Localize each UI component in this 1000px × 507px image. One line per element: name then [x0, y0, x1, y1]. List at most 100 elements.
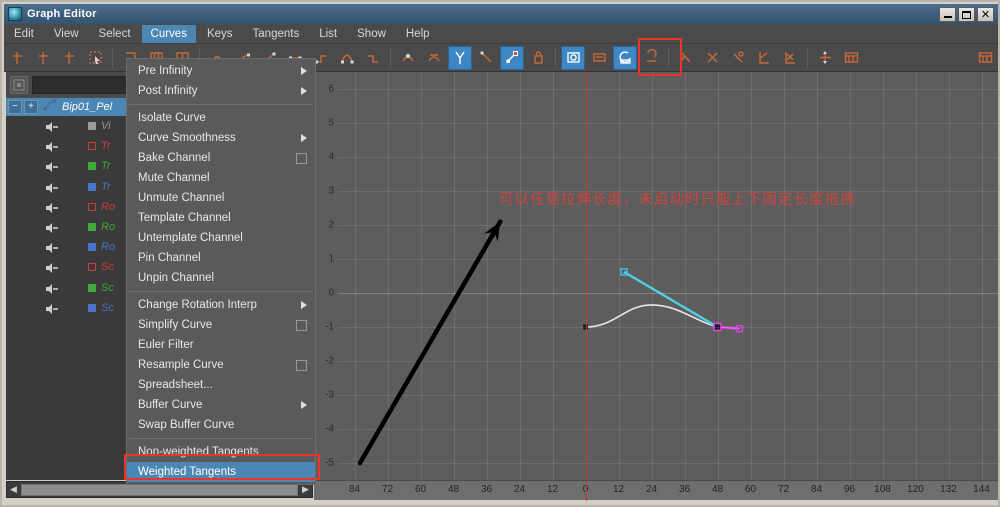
menu-help[interactable]: Help [397, 25, 439, 43]
pre-infinity-cycle-icon[interactable] [674, 46, 698, 70]
menu-item-swap-buffer-curve[interactable]: Swap Buffer Curve [127, 415, 315, 435]
menu-item-label: Spreadsheet... [138, 379, 309, 391]
menu-item-pre-infinity[interactable]: Pre Infinity [127, 61, 315, 81]
infinity-cycle-offset-icon[interactable] [726, 46, 750, 70]
option-box-icon[interactable] [296, 320, 307, 331]
scroll-thumb[interactable] [21, 484, 298, 496]
grid-line-horizontal [338, 123, 998, 124]
grid-line-vertical [520, 72, 521, 480]
menu-item-resample-curve[interactable]: Resample Curve [127, 355, 315, 375]
channel-color-swatch [88, 122, 96, 130]
grid-line-vertical [421, 72, 422, 480]
submenu-arrow-icon [301, 87, 307, 95]
grid-line-vertical [883, 72, 884, 480]
swap-buffer-curve-icon[interactable] [613, 46, 637, 70]
mute-speaker-icon[interactable] [44, 181, 60, 193]
x-tick-label: 12 [613, 484, 624, 495]
grid-line-horizontal [338, 361, 998, 362]
x-tick-label: 108 [874, 484, 891, 495]
curve-layer [314, 72, 998, 480]
window-controls: ✕ [939, 7, 994, 22]
move-nearest-picked-key-icon[interactable] [5, 46, 29, 70]
normalize-curves-icon[interactable] [839, 46, 863, 70]
mute-speaker-icon[interactable] [44, 282, 60, 294]
channel-label: Ro [101, 241, 115, 253]
menu-list[interactable]: List [310, 25, 346, 43]
scroll-left-arrow[interactable]: ◀ [7, 483, 20, 496]
menu-edit[interactable]: Edit [5, 25, 43, 43]
menu-item-pin-channel[interactable]: Pin Channel [127, 248, 315, 268]
mute-speaker-icon[interactable] [44, 221, 60, 233]
post-infinity-cycle-icon[interactable] [700, 46, 724, 70]
unify-tangents-icon[interactable] [422, 46, 446, 70]
menu-item-template-channel[interactable]: Template Channel [127, 208, 315, 228]
menu-item-post-infinity[interactable]: Post Infinity [127, 81, 315, 101]
maximize-button[interactable] [958, 7, 975, 22]
menu-item-unmute-channel[interactable]: Unmute Channel [127, 188, 315, 208]
menu-view[interactable]: View [45, 25, 88, 43]
plateau-tangent-icon[interactable] [335, 46, 359, 70]
x-tick-label: 48 [712, 484, 723, 495]
submenu-arrow-icon [301, 301, 307, 309]
region-tool-icon[interactable] [83, 46, 107, 70]
snap-icon[interactable] [639, 46, 663, 70]
open-graph-left-icon[interactable] [752, 46, 776, 70]
menu-item-isolate-curve[interactable]: Isolate Curve [127, 108, 315, 128]
menu-item-curve-smoothness[interactable]: Curve Smoothness [127, 128, 315, 148]
insert-keys-icon[interactable] [31, 46, 55, 70]
mute-speaker-icon[interactable] [44, 201, 60, 213]
menu-item-spreadsheet[interactable]: Spreadsheet... [127, 375, 315, 395]
add-keys-icon[interactable] [57, 46, 81, 70]
open-graph-right-icon[interactable] [778, 46, 802, 70]
mute-speaker-icon[interactable] [44, 302, 60, 314]
weighted-tangents-icon[interactable] [500, 46, 524, 70]
x-tick-label: 60 [745, 484, 756, 495]
menu-item-non-weighted-tangents[interactable]: Non-weighted Tangents [127, 442, 315, 462]
break-tangents-icon[interactable] [396, 46, 420, 70]
auto-tangent-icon[interactable] [561, 46, 585, 70]
menu-item-mute-channel[interactable]: Mute Channel [127, 168, 315, 188]
filter-icon[interactable] [10, 76, 28, 94]
menu-item-untemplate-channel[interactable]: Untemplate Channel [127, 228, 315, 248]
lock-tangent-weight-icon[interactable] [474, 46, 498, 70]
lock-tangent-length-icon[interactable] [526, 46, 550, 70]
option-box-icon[interactable] [296, 360, 307, 371]
menu-item-euler-filter[interactable]: Euler Filter [127, 335, 315, 355]
menu-item-buffer-curve[interactable]: Buffer Curve [127, 395, 315, 415]
menu-item-simplify-curve[interactable]: Simplify Curve [127, 315, 315, 335]
denormalize-curves-icon[interactable] [973, 46, 997, 70]
menu-item-unpin-channel[interactable]: Unpin Channel [127, 268, 315, 288]
move-tool-icon[interactable] [813, 46, 837, 70]
expand-icon[interactable]: + [24, 100, 38, 114]
channel-color-swatch [88, 304, 96, 312]
menu-select[interactable]: Select [90, 25, 140, 43]
menu-item-label: Buffer Curve [138, 399, 301, 411]
menu-tangents[interactable]: Tangents [244, 25, 309, 43]
menu-item-bake-channel[interactable]: Bake Channel [127, 148, 315, 168]
menu-curves[interactable]: Curves [142, 25, 196, 43]
minimize-button[interactable] [939, 7, 956, 22]
menu-item-weighted-tangents[interactable]: Weighted Tangents [127, 462, 315, 482]
mute-speaker-icon[interactable] [44, 120, 60, 132]
option-box-icon[interactable] [296, 153, 307, 164]
collapse-icon[interactable]: − [8, 100, 22, 114]
x-tick-label: 24 [514, 484, 525, 495]
buffer-curve-snapshot-icon[interactable] [587, 46, 611, 70]
grid-line-vertical [718, 72, 719, 480]
grid-line-horizontal [338, 259, 998, 260]
menu-item-change-rotation-interp[interactable]: Change Rotation Interp [127, 295, 315, 315]
mute-speaker-icon[interactable] [44, 160, 60, 172]
menu-show[interactable]: Show [348, 25, 395, 43]
x-tick-label: 60 [415, 484, 426, 495]
close-button[interactable]: ✕ [977, 7, 994, 22]
graph-canvas[interactable]: 6543210-1-2-3-4-5 [314, 72, 998, 480]
mute-speaker-icon[interactable] [44, 261, 60, 273]
grid-line-vertical [817, 72, 818, 480]
mute-speaker-icon[interactable] [44, 140, 60, 152]
grid-line-vertical [487, 72, 488, 480]
time-cursor-line [586, 72, 587, 480]
mute-speaker-icon[interactable] [44, 241, 60, 253]
menu-keys[interactable]: Keys [198, 25, 242, 43]
free-tangent-weight-icon[interactable] [448, 46, 472, 70]
stepnext-tangent-icon[interactable] [361, 46, 385, 70]
